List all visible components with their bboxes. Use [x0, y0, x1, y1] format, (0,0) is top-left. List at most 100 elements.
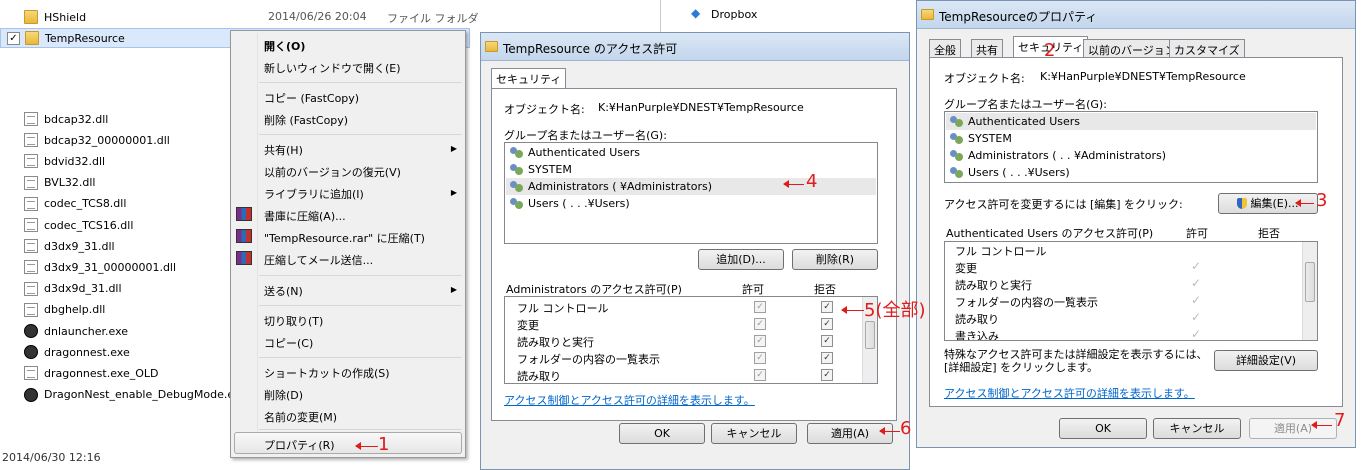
annotation-arrow [841, 306, 864, 314]
users-icon [949, 115, 965, 129]
scroll-thumb[interactable] [865, 321, 875, 349]
nav-item-dropbox[interactable]: Dropbox [711, 8, 757, 21]
object-name-label: オブジェクト名: [504, 103, 585, 116]
list-item[interactable]: SYSTEM [949, 130, 1012, 147]
deny-checkbox[interactable]: ✓ [821, 335, 833, 347]
file-row[interactable]: DragonNest_enable_DebugMode.exe [0, 385, 247, 405]
allow-checkbox[interactable]: ✓ [754, 318, 766, 330]
annotation-1: 1 [378, 434, 390, 455]
allow-checkbox[interactable]: ✓ [754, 352, 766, 364]
object-name-value: K:¥HanPurple¥DNEST¥TempResource [598, 101, 804, 114]
list-item[interactable]: Users ( . . .¥Users) [949, 164, 1070, 181]
allow-checkbox[interactable]: ✓ [754, 301, 766, 313]
tab-sharing[interactable]: 共有 [971, 39, 1003, 57]
list-item[interactable]: Authenticated Users [509, 144, 640, 161]
file-row[interactable]: bdcap32.dll [0, 109, 230, 129]
file-row[interactable]: d3dx9_31_00000001.dll [0, 257, 230, 277]
scroll-thumb[interactable] [1305, 262, 1315, 302]
special-perm-hint: 特殊なアクセス許可または詳細設定を表示するには、[詳細設定] をクリックします。 [944, 348, 1208, 374]
deny-checkbox[interactable]: ✓ [821, 352, 833, 364]
menu-item-properties[interactable]: プロパティ(R) [264, 437, 335, 453]
list-item-selected[interactable]: Administrators ( ¥Administrators) [506, 178, 876, 195]
permission-name: 変更 [955, 262, 977, 275]
menu-item-open-new-window[interactable]: 新しいウィンドウで開く(E) [264, 60, 401, 76]
tab-previous-versions[interactable]: 以前のバージョン [1083, 39, 1181, 57]
file-row[interactable]: bdcap32_00000001.dll [0, 130, 230, 150]
winrar-icon [236, 229, 252, 243]
menu-item-share[interactable]: 共有(H) [264, 142, 303, 158]
menu-item-compress-email[interactable]: 圧縮してメール送信... [264, 252, 373, 268]
menu-item-copy-fastcopy[interactable]: コピー (FastCopy) [264, 90, 359, 106]
scrollbar[interactable] [1302, 242, 1317, 340]
menu-item-delete[interactable]: 削除(D) [264, 387, 303, 403]
security-panel: オブジェクト名: K:¥HanPurple¥DNEST¥TempResource… [929, 57, 1343, 407]
ok-button[interactable]: OK [619, 423, 705, 444]
menu-item-restore-previous[interactable]: 以前のバージョンの復元(V) [264, 164, 401, 180]
menu-item-cut[interactable]: 切り取り(T) [264, 313, 323, 329]
perm-label: Authenticated Users のアクセス許可(P) [946, 227, 1154, 240]
file-row[interactable]: codec_TCS16.dll [0, 215, 230, 235]
deny-checkbox[interactable]: ✓ [821, 318, 833, 330]
menu-item-copy[interactable]: コピー(C) [264, 335, 313, 351]
menu-item-compress-archive[interactable]: 書庫に圧縮(A)... [264, 208, 346, 224]
menu-item-add-library[interactable]: ライブラリに追加(I) [264, 186, 364, 202]
allow-check-icon: ✓ [1191, 259, 1202, 273]
file-row[interactable]: dbghelp.dll [0, 300, 230, 320]
tab-general[interactable]: 全般 [929, 39, 961, 57]
submenu-arrow-icon: ▶ [450, 188, 457, 197]
users-icon [949, 149, 965, 163]
details-link[interactable]: アクセス制御とアクセス許可の詳細を表示します。 [944, 385, 1195, 401]
annotation-6: 6 [900, 418, 912, 439]
file-icon [24, 302, 38, 317]
object-name-label: オブジェクト名: [944, 72, 1025, 85]
permission-list: フル コントロール ✓ ✓ 変更 ✓ ✓ 読み取りと実行 ✓ ✓ フォルダーの内容の一覧表示 ✓ ✓ 読… [504, 296, 878, 384]
tab-security[interactable]: セキュリティ [491, 68, 567, 89]
annotation-7: 7 [1334, 410, 1346, 431]
menu-item-delete-fastcopy[interactable]: 削除 (FastCopy) [264, 112, 348, 128]
file-row[interactable]: dnlauncher.exe [0, 321, 230, 341]
file-name: codec_TCS8.dll [44, 197, 127, 211]
details-link[interactable]: アクセス制御とアクセス許可の詳細を表示します。 [504, 392, 755, 408]
advanced-button[interactable]: 詳細設定(V) [1214, 350, 1318, 371]
remove-button[interactable]: 削除(R) [792, 249, 878, 270]
list-item-selected[interactable]: Authenticated Users [946, 113, 1316, 130]
deny-checkbox[interactable]: ✓ [821, 369, 833, 381]
allow-checkbox[interactable]: ✓ [754, 335, 766, 347]
menu-item-create-shortcut[interactable]: ショートカットの作成(S) [264, 365, 390, 381]
file-icon [24, 366, 38, 381]
file-row[interactable]: BVL32.dll [0, 173, 230, 193]
file-row[interactable]: codec_TCS8.dll [0, 194, 230, 214]
file-icon [24, 112, 38, 126]
menu-item-compress-rar[interactable]: "TempResource.rar" に圧縮(T) [264, 230, 425, 246]
ok-button[interactable]: OK [1059, 418, 1147, 439]
file-name: bdvid32.dll [44, 154, 106, 168]
list-item[interactable]: Users ( . . .¥Users) [509, 195, 630, 212]
allow-check-icon: ✓ [1191, 293, 1202, 307]
file-row[interactable]: d3dx9d_31.dll [0, 279, 230, 299]
users-icon [509, 146, 525, 160]
user-list: Authenticated Users SYSTEM Administrator… [504, 142, 878, 244]
list-item[interactable]: SYSTEM [509, 161, 572, 178]
list-item[interactable]: Administrators ( . . ¥Administrators) [949, 147, 1166, 164]
file-row[interactable]: dragonnest.exe_OLD [0, 363, 230, 383]
file-row[interactable]: d3dx9_31.dll [0, 236, 230, 256]
folder-icon [24, 10, 38, 24]
cancel-button[interactable]: キャンセル [1153, 418, 1241, 439]
row-checkbox[interactable]: ✓ [7, 32, 20, 45]
menu-item-rename[interactable]: 名前の変更(M) [264, 409, 337, 425]
cancel-button[interactable]: キャンセル [711, 423, 797, 444]
tab-customize[interactable]: カスタマイズ [1169, 39, 1245, 57]
add-button[interactable]: 追加(D)... [698, 249, 784, 270]
submenu-arrow-icon: ▶ [450, 144, 457, 153]
users-icon [509, 197, 525, 211]
folder-icon [921, 9, 934, 20]
allow-check-icon: ✓ [1191, 276, 1202, 290]
file-row[interactable]: dragonnest.exe [0, 342, 230, 362]
menu-item-send-to[interactable]: 送る(N) [264, 283, 303, 299]
file-name: bdcap32.dll [44, 112, 109, 126]
file-row[interactable]: bdvid32.dll [0, 151, 230, 171]
menu-item-open[interactable]: 開く(O) [264, 38, 305, 54]
allow-checkbox[interactable]: ✓ [754, 369, 766, 381]
deny-checkbox[interactable]: ✓ [821, 301, 833, 313]
apply-button[interactable]: 適用(A) [1249, 418, 1337, 439]
